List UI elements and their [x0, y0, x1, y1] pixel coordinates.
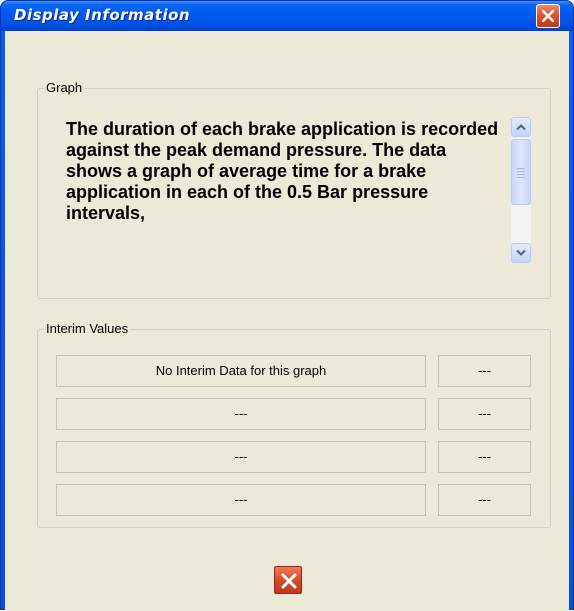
- interim-value-cell: ---: [438, 441, 531, 473]
- scroll-up-button[interactable]: [511, 117, 531, 137]
- interim-group-label: Interim Values: [44, 321, 131, 337]
- interim-label-cell: ---: [56, 484, 426, 516]
- thumb-grip-line: [517, 174, 525, 175]
- graph-groupbox: Graph The duration of each brake applica…: [37, 80, 551, 299]
- titlebar-close-button[interactable]: [536, 4, 560, 28]
- chevron-down-icon: [516, 249, 526, 256]
- dialog-body: Graph The duration of each brake applica…: [5, 31, 569, 611]
- title-bar[interactable]: Display Information: [1, 1, 573, 31]
- interim-value-cell: ---: [438, 484, 531, 516]
- thumb-grip-line: [517, 177, 525, 178]
- chevron-up-icon: [516, 124, 526, 131]
- scroll-thumb[interactable]: [511, 139, 531, 205]
- display-information-window: Display Information Graph The duration o…: [0, 0, 574, 611]
- description-scrollbar[interactable]: [511, 117, 531, 263]
- interim-label-cell: No Interim Data for this graph: [56, 355, 426, 387]
- close-icon: [281, 573, 297, 589]
- thumb-grip-line: [517, 171, 525, 172]
- interim-label-cell: ---: [56, 441, 426, 473]
- interim-label-cell: ---: [56, 398, 426, 430]
- interim-value-cell: ---: [438, 355, 531, 387]
- interim-value-cell: ---: [438, 398, 531, 430]
- dialog-close-button[interactable]: [274, 566, 302, 594]
- graph-description-text: The duration of each brake application i…: [66, 119, 499, 223]
- window-title: Display Information: [14, 6, 191, 24]
- thumb-grip-line: [517, 168, 525, 169]
- graph-group-label: Graph: [44, 80, 85, 96]
- close-icon: [542, 10, 554, 22]
- interim-values-groupbox: Interim Values No Interim Data for this …: [37, 321, 551, 528]
- scroll-down-button[interactable]: [511, 243, 531, 263]
